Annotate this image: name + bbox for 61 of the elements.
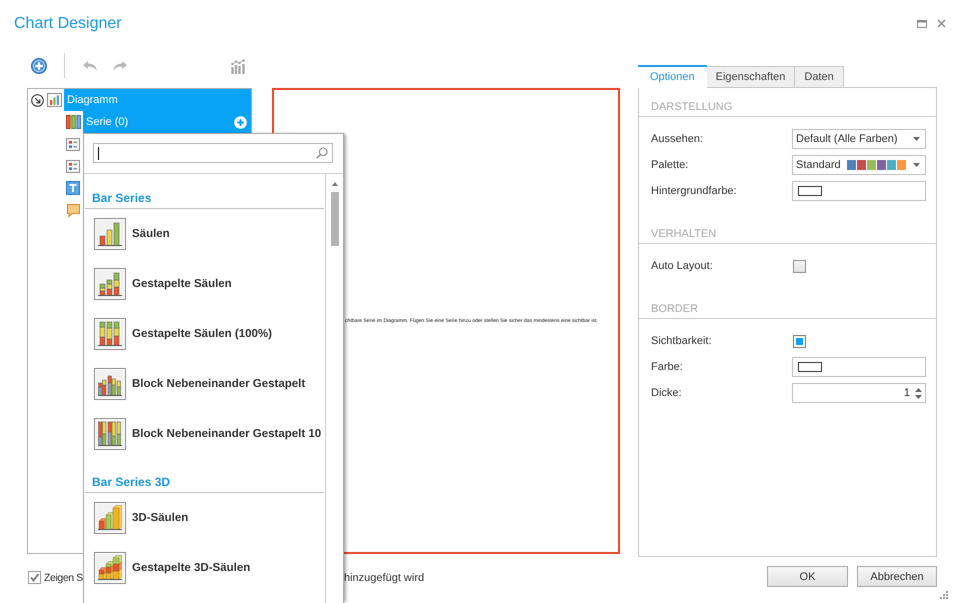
section-header: BORDER xyxy=(651,303,698,317)
maximize-icon[interactable] xyxy=(917,20,927,28)
text-icon xyxy=(66,181,80,195)
caret-icon[interactable] xyxy=(913,137,920,141)
list-item[interactable]: Gestapelte Säulen xyxy=(84,259,325,309)
caret-down-icon[interactable] xyxy=(915,394,922,398)
column-chart-icon xyxy=(94,218,126,250)
list-item[interactable]: 3D-Säulen xyxy=(84,493,325,543)
full-stacked-column-icon xyxy=(94,318,126,350)
caret-icon[interactable] xyxy=(913,163,920,167)
field-label: Dicke: xyxy=(651,387,683,399)
list-item[interactable]: Block Nebeneinander Gestapelt xyxy=(84,359,325,409)
checkbox-label: Zeigen S xyxy=(44,572,83,584)
dialog-button[interactable]: Abbrechen xyxy=(857,566,937,587)
list-item[interactable]: Säulen xyxy=(84,209,325,259)
field-label: Sichtbarkeit: xyxy=(651,335,713,347)
add-icon[interactable] xyxy=(234,116,247,128)
3d-column-chart-icon xyxy=(94,502,126,534)
search-field[interactable] xyxy=(93,143,333,163)
field-label: Auto Layout: xyxy=(651,260,714,272)
stacked-column-icon xyxy=(94,268,126,300)
legend-icon xyxy=(66,138,80,150)
list-item[interactable]: Block Nebeneinander Gestapelt 10 xyxy=(84,409,325,459)
field-label: Farbe: xyxy=(651,361,684,373)
window-title: Chart Designer xyxy=(14,14,122,34)
checkbox[interactable] xyxy=(793,334,806,348)
scrollbar-thumb[interactable] xyxy=(330,192,338,246)
3d-stacked-column-icon xyxy=(94,552,126,584)
resize-grip-icon[interactable] xyxy=(940,591,948,599)
close-icon[interactable] xyxy=(937,19,946,28)
scroll-up-icon[interactable] xyxy=(332,182,338,186)
section-header: DARSTELLUNG xyxy=(651,101,732,115)
grouped-full-stacked-column-icon xyxy=(94,418,126,450)
checkbox-label: hinzugefügt wird xyxy=(344,572,424,584)
dropdown[interactable]: Standard xyxy=(792,155,926,175)
field-label: Aussehen: xyxy=(651,133,704,145)
search-icon[interactable] xyxy=(316,147,328,159)
field-label: Hintergrundfarbe: xyxy=(651,185,738,197)
tab[interactable]: Eigenschaften xyxy=(706,66,796,88)
checkbox[interactable] xyxy=(28,571,41,584)
number-field[interactable]: 1 xyxy=(792,383,926,403)
column-bars-icon xyxy=(66,115,81,129)
dropdown[interactable]: Default (Alle Farben) xyxy=(792,129,926,149)
color-field[interactable] xyxy=(792,181,926,201)
add-icon[interactable] xyxy=(31,58,47,74)
expander-icon[interactable] xyxy=(31,94,44,106)
field-label: Palette: xyxy=(651,159,690,171)
list-item[interactable]: Gestapelte 3D-Säulen xyxy=(84,543,325,593)
legend-icon xyxy=(66,160,80,172)
speech-bubble-icon xyxy=(66,202,81,218)
bar-chart-icon xyxy=(47,93,62,107)
group-header: Bar Series xyxy=(85,175,324,209)
color-field[interactable] xyxy=(792,357,926,377)
group-header: Bar Series 3D xyxy=(85,459,324,493)
tab[interactable]: Daten xyxy=(795,66,844,88)
section-header: VERHALTEN xyxy=(651,228,716,242)
checkbox[interactable] xyxy=(793,260,806,272)
dialog-button[interactable]: OK xyxy=(767,566,848,587)
caret-up-icon[interactable] xyxy=(915,388,922,392)
list-item[interactable]: Gestapelte Säulen (100%) xyxy=(84,309,325,359)
grouped-stacked-column-icon xyxy=(94,368,126,400)
